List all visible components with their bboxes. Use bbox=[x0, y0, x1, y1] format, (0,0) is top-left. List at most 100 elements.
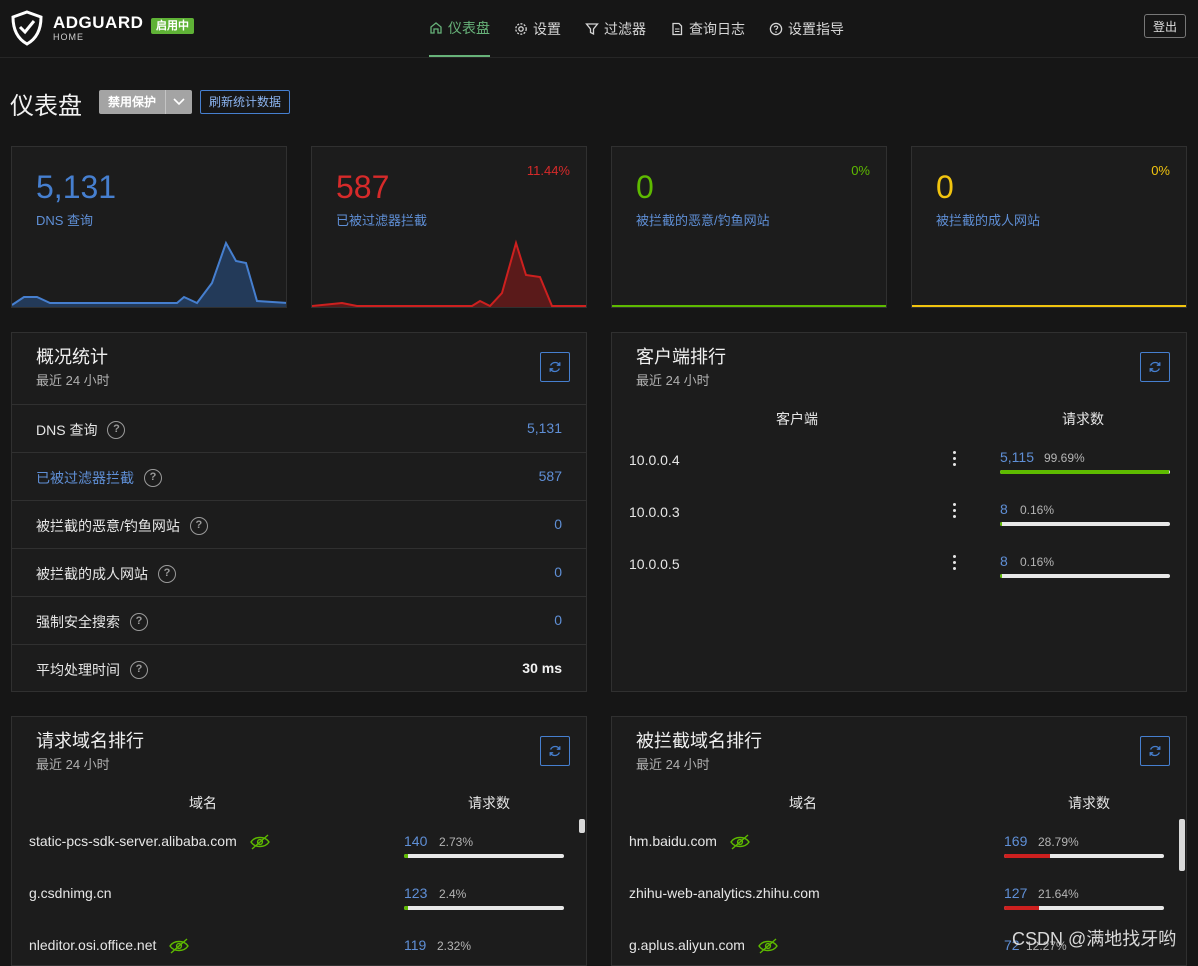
card-percent: 11.44% bbox=[526, 163, 570, 178]
stat-value[interactable]: 0 bbox=[554, 612, 562, 628]
client-ip[interactable]: 10.0.0.3 bbox=[629, 504, 680, 520]
request-count: 119 bbox=[404, 937, 427, 953]
domain-name[interactable]: g.aplus.aliyun.com bbox=[629, 937, 745, 953]
column-header-domain[interactable]: 域名 bbox=[189, 793, 217, 823]
panel-title: 请求域名排行 bbox=[36, 731, 144, 751]
nav-filters-label: 过滤器 bbox=[604, 20, 646, 37]
column-header-count[interactable]: 请求数 bbox=[468, 793, 510, 823]
help-icon[interactable]: ? bbox=[158, 565, 176, 583]
nav-setup-guide[interactable]: 设置指导 bbox=[769, 0, 844, 57]
nav-query-log[interactable]: 查询日志 bbox=[670, 0, 745, 57]
request-percent: 99.69% bbox=[1044, 451, 1085, 465]
refresh-icon bbox=[549, 745, 561, 757]
request-percent: 2.32% bbox=[437, 939, 472, 953]
nav-dashboard[interactable]: 仪表盘 bbox=[429, 0, 490, 57]
domain-name[interactable]: nleditor.osi.office.net bbox=[29, 937, 156, 953]
column-header-domain[interactable]: 域名 bbox=[789, 793, 817, 823]
column-header-client[interactable]: 客户端 bbox=[776, 409, 818, 439]
stat-value[interactable]: 5,131 bbox=[527, 420, 562, 436]
column-header-count[interactable]: 请求数 bbox=[1062, 409, 1104, 439]
card-value: 0 bbox=[636, 169, 654, 205]
domain-name[interactable]: zhihu-web-analytics.zhihu.com bbox=[629, 885, 820, 901]
sparkline-dns bbox=[12, 240, 286, 307]
card-blocked-malware: 0 被拦截的恶意/钓鱼网站 0% bbox=[611, 146, 887, 308]
progress-bar bbox=[1000, 470, 1170, 474]
general-statistics-panel: 概况统计 最近 24 小时 DNS 查询? 5,131 已被过滤器拦截? 587… bbox=[11, 332, 587, 692]
request-percent: 21.64% bbox=[1038, 887, 1079, 901]
refresh-icon bbox=[1149, 361, 1161, 373]
eye-off-icon[interactable] bbox=[168, 938, 190, 954]
domain-name[interactable]: hm.baidu.com bbox=[629, 833, 717, 849]
domain-name[interactable]: g.csdnimg.cn bbox=[29, 885, 111, 901]
nav-setup-guide-label: 设置指导 bbox=[788, 20, 844, 37]
stat-label[interactable]: 已被过滤器拦截 bbox=[36, 468, 134, 488]
eye-off-icon[interactable] bbox=[729, 834, 751, 850]
card-value: 5,131 bbox=[36, 169, 117, 205]
stat-row-blocked-adult: 被拦截的成人网站? 0 bbox=[12, 548, 586, 596]
nav-query-log-label: 查询日志 bbox=[689, 20, 745, 37]
progress-bar bbox=[1004, 854, 1164, 858]
request-count: 5,115 bbox=[1000, 449, 1034, 465]
help-circle-icon bbox=[769, 22, 783, 35]
request-count: 140 bbox=[404, 833, 428, 849]
scrollbar-thumb[interactable] bbox=[1179, 819, 1185, 871]
reload-button[interactable] bbox=[540, 352, 570, 382]
top-queried-domains-panel: 请求域名排行 最近 24 小时 域名 请求数 static-pcs-sdk-se… bbox=[11, 716, 587, 966]
nav-settings[interactable]: 设置 bbox=[514, 0, 561, 57]
client-ip[interactable]: 10.0.0.4 bbox=[629, 452, 680, 468]
more-vertical-icon[interactable] bbox=[953, 451, 957, 469]
progress-bar bbox=[404, 906, 564, 910]
column-header-count[interactable]: 请求数 bbox=[1068, 793, 1110, 823]
domain-name[interactable]: static-pcs-sdk-server.alibaba.com bbox=[29, 833, 237, 849]
card-percent: 0% bbox=[1151, 163, 1170, 178]
card-value: 0 bbox=[936, 169, 954, 205]
reload-button[interactable] bbox=[1140, 352, 1170, 382]
card-blocked-adult: 0 被拦截的成人网站 0% bbox=[911, 146, 1187, 308]
eye-off-icon[interactable] bbox=[757, 938, 779, 954]
client-ip[interactable]: 10.0.0.5 bbox=[629, 556, 680, 572]
refresh-icon bbox=[1149, 745, 1161, 757]
status-badge: 启用中 bbox=[151, 18, 194, 34]
disable-protection-button[interactable]: 禁用保护 bbox=[99, 90, 192, 114]
more-vertical-icon[interactable] bbox=[953, 503, 957, 521]
panel-title: 客户端排行 bbox=[636, 347, 726, 367]
card-dns-queries: 5,131 DNS 查询 bbox=[11, 146, 287, 308]
request-count: 169 bbox=[1004, 833, 1028, 849]
request-percent: 0.16% bbox=[1020, 503, 1055, 517]
request-count: 123 bbox=[404, 885, 428, 901]
progress-bar bbox=[404, 854, 564, 858]
more-vertical-icon[interactable] bbox=[953, 555, 957, 573]
reload-button[interactable] bbox=[1140, 736, 1170, 766]
progress-bar bbox=[1000, 574, 1170, 578]
disable-dropdown-toggle[interactable] bbox=[165, 90, 192, 114]
stat-label: 强制安全搜索 bbox=[36, 614, 120, 630]
eye-off-icon[interactable] bbox=[249, 834, 271, 850]
stat-value[interactable]: 0 bbox=[554, 564, 562, 580]
main-nav: 仪表盘 设置 过滤器 查询日志 设置指导 bbox=[429, 0, 868, 57]
reload-button[interactable] bbox=[540, 736, 570, 766]
stat-value[interactable]: 0 bbox=[554, 516, 562, 532]
help-icon[interactable]: ? bbox=[130, 661, 148, 679]
logout-button[interactable]: 登出 bbox=[1144, 14, 1186, 38]
help-icon[interactable]: ? bbox=[130, 613, 148, 631]
nav-dashboard-label: 仪表盘 bbox=[448, 19, 490, 36]
panel-title: 概况统计 bbox=[36, 347, 108, 367]
request-percent: 2.73% bbox=[439, 835, 474, 849]
panel-subtitle: 最近 24 小时 bbox=[36, 757, 110, 772]
request-count: 8 bbox=[1000, 553, 1008, 569]
scrollbar-thumb[interactable] bbox=[579, 819, 585, 833]
help-icon[interactable]: ? bbox=[144, 469, 162, 487]
page-title: 仪表盘 bbox=[10, 93, 82, 120]
help-icon[interactable]: ? bbox=[189, 517, 208, 535]
adguard-shield-logo[interactable] bbox=[10, 10, 44, 46]
nav-filters[interactable]: 过滤器 bbox=[585, 0, 646, 57]
stat-value[interactable]: 587 bbox=[539, 468, 562, 484]
watermark-text: CSDN @满地找牙哟 bbox=[1012, 929, 1177, 949]
refresh-statistics-button[interactable]: 刷新统计数据 bbox=[200, 90, 291, 114]
stat-row-avg-processing-time: 平均处理时间? 30 ms bbox=[12, 644, 586, 691]
help-icon[interactable]: ? bbox=[107, 421, 126, 439]
brand-name: ADGUARD bbox=[53, 13, 144, 32]
panel-subtitle: 最近 24 小时 bbox=[636, 757, 710, 772]
card-label: DNS 查询 bbox=[36, 213, 94, 228]
card-label: 已被过滤器拦截 bbox=[336, 213, 428, 228]
